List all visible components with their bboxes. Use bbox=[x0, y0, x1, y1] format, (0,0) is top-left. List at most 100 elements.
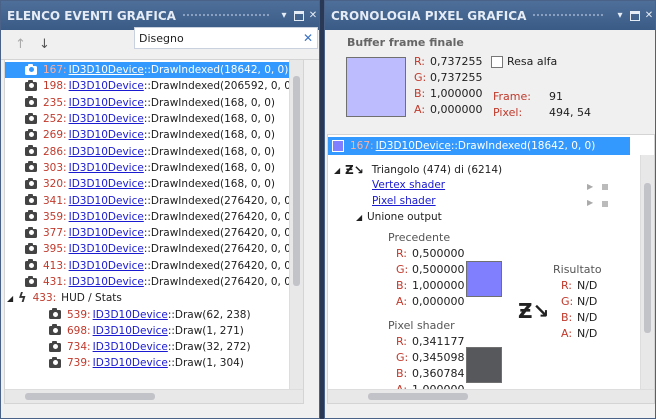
interface-link[interactable]: ID3D10Device bbox=[69, 113, 144, 125]
horizontal-scrollbar[interactable] bbox=[328, 389, 654, 403]
pixel-shader-link[interactable]: Pixel shader bbox=[372, 195, 436, 207]
expanded-triangle-icon[interactable]: ◢ bbox=[7, 294, 15, 303]
event-row[interactable]: 198: ID3D10Device::DrawIndexed(206592, 0,… bbox=[5, 78, 303, 94]
dropdown-icon[interactable]: ▾ bbox=[278, 10, 290, 22]
result-g: G: N/D bbox=[561, 295, 598, 308]
event-row[interactable]: 377: ID3D10Device::DrawIndexed(276420, 0,… bbox=[5, 225, 303, 241]
call-text: ::DrawIndexed(276420, 0, 0) bbox=[143, 210, 296, 223]
interface-link[interactable]: ID3D10Device bbox=[69, 243, 144, 255]
interface-link[interactable]: ID3D10Device bbox=[69, 211, 144, 223]
interface-link[interactable]: ID3D10Device bbox=[69, 129, 144, 141]
call-text: ::Draw(1, 304) bbox=[167, 357, 244, 370]
call-text: ::DrawIndexed(168, 0, 0) bbox=[143, 178, 275, 191]
interface-link[interactable]: ID3D10Device bbox=[69, 276, 144, 288]
event-row[interactable]: 413: ID3D10Device::DrawIndexed(276420, 0,… bbox=[5, 258, 303, 274]
event-row[interactable]: 359: ID3D10Device::DrawIndexed(276420, 0,… bbox=[5, 209, 303, 225]
event-color-swatch bbox=[332, 140, 344, 152]
pixel-history-title: CRONOLOGIA PIXEL GRAFICA bbox=[331, 8, 527, 23]
event-number: 167: bbox=[43, 64, 67, 77]
event-number: 252: bbox=[43, 113, 67, 126]
vertical-scrollbar[interactable] bbox=[640, 155, 654, 391]
play-icon[interactable]: ▶ bbox=[587, 182, 593, 191]
event-row[interactable]: 252: ID3D10Device::DrawIndexed(168, 0, 0) bbox=[5, 111, 303, 127]
event-row[interactable]: 303: ID3D10Device::DrawIndexed(168, 0, 0) bbox=[5, 160, 303, 176]
interface-link[interactable]: ID3D10Device bbox=[69, 162, 144, 174]
result-a-value: N/D bbox=[577, 327, 598, 340]
event-call: ::DrawIndexed(18642, 0, 0) bbox=[450, 140, 596, 152]
triangle-row[interactable]: ◢ Ƶ↘ Triangolo (474) di (6214) bbox=[334, 163, 502, 177]
interface-link[interactable]: ID3D10Device bbox=[93, 341, 168, 353]
frame-value: 91 bbox=[549, 90, 563, 103]
interface-link[interactable]: ID3D10Device bbox=[93, 325, 168, 337]
child-event-row[interactable]: 734: ID3D10Device::Draw(32, 272) bbox=[5, 339, 303, 355]
group-row-hud[interactable]: ◢ ϟ 433: HUD / Stats bbox=[5, 290, 303, 306]
drag-grip[interactable] bbox=[532, 13, 605, 18]
child-event-row[interactable]: 739: ID3D10Device::Draw(1, 304) bbox=[5, 355, 303, 371]
drag-grip[interactable] bbox=[181, 13, 269, 18]
event-row[interactable]: 167: ID3D10Device::DrawIndexed(18642, 0, … bbox=[5, 62, 303, 79]
scroll-thumb[interactable] bbox=[293, 76, 300, 286]
play-icon[interactable]: ▶ bbox=[587, 198, 593, 207]
scroll-thumb[interactable] bbox=[25, 393, 155, 400]
search-input[interactable]: Disegno ✕ bbox=[134, 27, 318, 49]
final-b: B: 1,000000 bbox=[414, 87, 483, 100]
arrow-up-icon[interactable]: ↑ bbox=[15, 37, 27, 52]
alpha-checkbox[interactable]: Resa alfa bbox=[491, 55, 557, 68]
event-row[interactable]: 286: ID3D10Device::DrawIndexed(168, 0, 0) bbox=[5, 143, 303, 159]
maximize-icon[interactable] bbox=[630, 10, 640, 21]
scroll-thumb[interactable] bbox=[368, 393, 468, 400]
close-icon[interactable]: ✕ bbox=[643, 10, 655, 22]
interface-link[interactable]: ID3D10Device bbox=[69, 64, 144, 76]
pixel-shader-color-swatch bbox=[466, 347, 502, 383]
event-row[interactable]: 235: ID3D10Device::DrawIndexed(168, 0, 0) bbox=[5, 95, 303, 111]
event-list-panel: ELENCO EVENTI GRAFICA ▾ ✕ ↑ ↓ Disegno ✕ … bbox=[0, 0, 320, 419]
vertical-scrollbar[interactable] bbox=[289, 60, 303, 403]
interface-link[interactable]: ID3D10Device bbox=[93, 357, 168, 369]
pixel-history-tree: 167: ID3D10Device ::DrawIndexed(18642, 0… bbox=[327, 134, 655, 404]
event-number: 198: bbox=[43, 80, 67, 93]
interface-link[interactable]: ID3D10Device bbox=[69, 178, 144, 190]
close-icon[interactable]: ✕ bbox=[307, 10, 319, 22]
stop-icon[interactable] bbox=[602, 184, 608, 190]
scroll-thumb[interactable] bbox=[644, 183, 651, 333]
maximize-icon[interactable] bbox=[294, 10, 304, 21]
camera-icon bbox=[25, 177, 37, 189]
event-row[interactable]: 395: ID3D10Device::DrawIndexed(276420, 0,… bbox=[5, 241, 303, 257]
clear-search-icon[interactable]: ✕ bbox=[303, 31, 313, 45]
interface-link[interactable]: ID3D10Device bbox=[69, 146, 144, 158]
child-event-row[interactable]: 698: ID3D10Device::Draw(1, 271) bbox=[5, 323, 303, 339]
event-interface-link[interactable]: ID3D10Device bbox=[376, 140, 451, 152]
interface-link[interactable]: ID3D10Device bbox=[69, 227, 144, 239]
event-number: 539: bbox=[67, 308, 91, 321]
interface-link[interactable]: ID3D10Device bbox=[69, 260, 144, 272]
camera-icon bbox=[25, 275, 37, 287]
event-row[interactable]: 320: ID3D10Device::DrawIndexed(168, 0, 0) bbox=[5, 176, 303, 192]
call-text: ::DrawIndexed(168, 0, 0) bbox=[143, 161, 275, 174]
horizontal-scrollbar[interactable] bbox=[5, 389, 303, 403]
vertex-shader-link[interactable]: Vertex shader bbox=[372, 179, 445, 191]
interface-link[interactable]: ID3D10Device bbox=[69, 195, 144, 207]
checkbox-box[interactable] bbox=[491, 55, 503, 68]
interface-link[interactable]: ID3D10Device bbox=[93, 309, 168, 321]
ps-b-value: 0,360784 bbox=[412, 367, 465, 380]
stop-icon[interactable] bbox=[602, 201, 608, 207]
event-row[interactable]: 269: ID3D10Device::DrawIndexed(168, 0, 0) bbox=[5, 127, 303, 143]
dropdown-icon[interactable]: ▾ bbox=[614, 10, 626, 22]
previous-b-value: 1,000000 bbox=[412, 279, 465, 292]
expanded-triangle-icon[interactable]: ◢ bbox=[334, 166, 342, 175]
event-tree: 167: ID3D10Device::DrawIndexed(18642, 0, … bbox=[4, 59, 304, 404]
interface-link[interactable]: ID3D10Device bbox=[69, 97, 144, 109]
arrow-down-icon[interactable]: ↓ bbox=[39, 37, 51, 52]
alpha-label: Resa alfa bbox=[507, 55, 558, 68]
event-row[interactable]: 431: ID3D10Device::DrawIndexed(276420, 0,… bbox=[5, 274, 303, 290]
a-label: A: bbox=[414, 103, 426, 116]
event-row[interactable]: 341: ID3D10Device::DrawIndexed(276420, 0,… bbox=[5, 192, 303, 208]
child-event-row[interactable]: 539: ID3D10Device::Draw(62, 238) bbox=[5, 306, 303, 322]
output-merge-row[interactable]: ◢ Unione output bbox=[356, 211, 442, 223]
event-list-titlebar: ELENCO EVENTI GRAFICA ▾ ✕ bbox=[1, 1, 319, 30]
result-g-value: N/D bbox=[577, 295, 598, 308]
history-event-row[interactable]: 167: ID3D10Device ::DrawIndexed(18642, 0… bbox=[328, 137, 630, 155]
interface-link[interactable]: ID3D10Device bbox=[69, 80, 144, 92]
event-number: 698: bbox=[67, 324, 91, 337]
expanded-triangle-icon[interactable]: ◢ bbox=[356, 213, 364, 222]
